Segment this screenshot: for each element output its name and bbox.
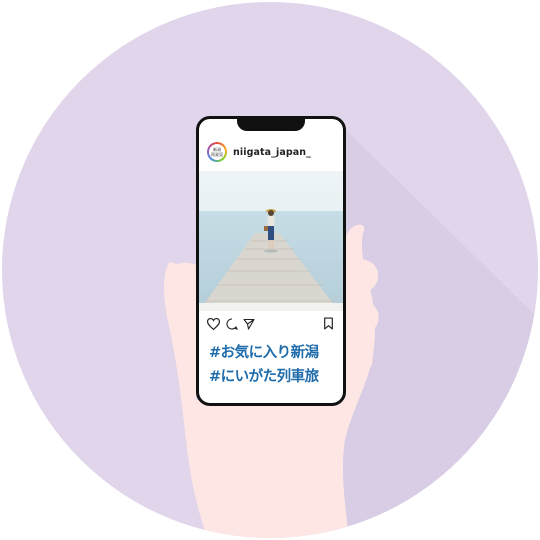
- post-photo[interactable]: [199, 171, 343, 311]
- avatar-text-line2: 再発見: [211, 152, 223, 157]
- username[interactable]: niigata_japan_: [233, 147, 311, 158]
- avatar[interactable]: 新潟 再発見: [207, 142, 227, 162]
- bookmark-icon[interactable]: [323, 315, 334, 334]
- phone-notch: [237, 119, 305, 131]
- avatar-logo: 新潟 再発見: [209, 144, 225, 160]
- send-icon[interactable]: [243, 315, 255, 334]
- comment-icon[interactable]: [226, 315, 239, 334]
- phone: 新潟 再発見 niigata_japan_ #お気に入り新潟 #にいがた列車旅: [196, 116, 346, 406]
- post-actions: [206, 315, 337, 331]
- post-header: 新潟 再発見 niigata_japan_: [207, 141, 311, 163]
- hashtag-favorite-niigata[interactable]: #お気に入り新潟: [209, 341, 339, 365]
- hashtag-niigata-train-trip[interactable]: #にいがた列車旅: [209, 365, 339, 389]
- post-caption: #お気に入り新潟 #にいがた列車旅: [209, 341, 339, 389]
- heart-icon[interactable]: [206, 315, 221, 334]
